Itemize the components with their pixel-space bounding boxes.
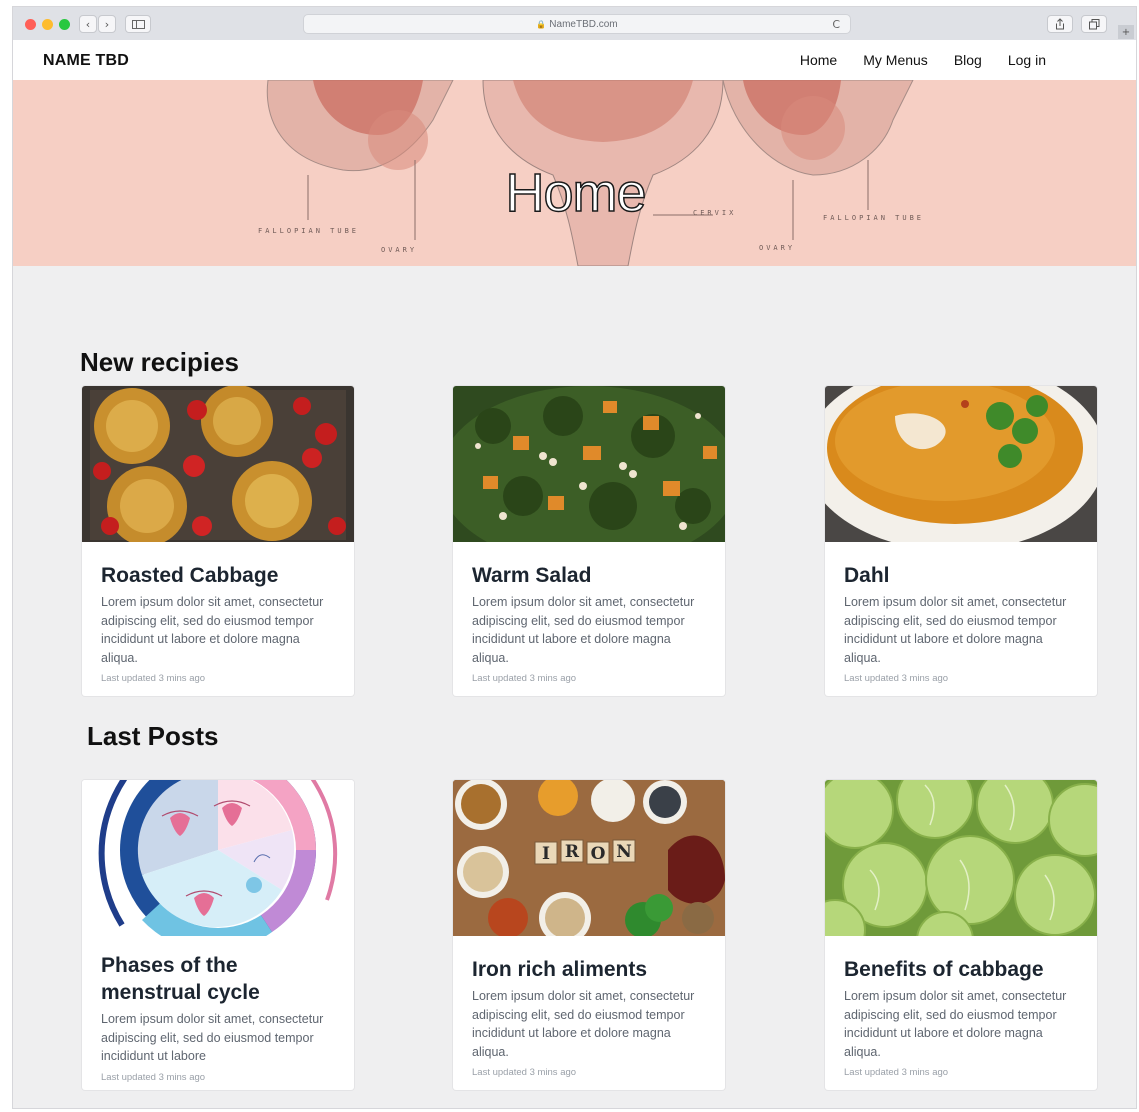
reload-icon[interactable]: C	[832, 18, 840, 31]
nav-blog[interactable]: Blog	[954, 52, 982, 68]
recipe-updated: Last updated 3 mins ago	[101, 673, 206, 684]
tabs-button[interactable]	[1081, 15, 1107, 33]
browser-toolbar: ‹ › 🔒 NameTBD.com C +	[13, 7, 1136, 41]
recipe-updated: Last updated 3 mins ago	[472, 673, 577, 684]
post-title[interactable]: Benefits of cabbage	[844, 956, 1078, 983]
zoom-window-button[interactable]	[59, 19, 70, 30]
post-updated: Last updated 3 mins ago	[472, 1067, 577, 1078]
chevron-left-icon: ‹	[85, 17, 91, 31]
post-title[interactable]: Iron rich aliments	[472, 956, 706, 983]
nav-my-menus[interactable]: My Menus	[863, 52, 928, 68]
recipe-image-dahl	[825, 386, 1097, 542]
site-brand[interactable]: NAME TBD	[43, 52, 129, 70]
share-icon	[1056, 18, 1064, 30]
site-navbar: NAME TBD Home My Menus Blog Log in	[13, 40, 1136, 80]
nav-links: Home My Menus Blog Log in	[800, 52, 1046, 68]
post-description: Lorem ipsum dolor sit amet, consectetur …	[101, 1012, 324, 1063]
recipe-description: Lorem ipsum dolor sit amet, consectetur …	[844, 595, 1067, 665]
recipe-title[interactable]: Roasted Cabbage	[101, 562, 335, 589]
browser-window: ‹ › 🔒 NameTBD.com C + NAME TBD Home My M…	[12, 6, 1137, 1109]
window-controls	[25, 19, 70, 30]
recipe-image-warm-salad	[453, 386, 725, 542]
section-title-posts: Last Posts	[87, 721, 219, 751]
hero-label-left-ovary: OVARY	[381, 246, 417, 254]
lock-icon: 🔒	[536, 19, 547, 29]
recipe-card-dahl[interactable]: Dahl Lorem ipsum dolor sit amet, consect…	[825, 386, 1097, 696]
close-window-button[interactable]	[25, 19, 36, 30]
forward-button[interactable]: ›	[98, 15, 116, 33]
iron-tile-1: I	[542, 844, 550, 864]
new-tab-button[interactable]: +	[1118, 25, 1134, 39]
hero-label-left-tube: FALLOPIAN TUBE	[258, 227, 359, 235]
post-image-menstrual-cycle	[82, 780, 354, 936]
post-description: Lorem ipsum dolor sit amet, consectetur …	[472, 989, 695, 1059]
iron-tile-2: R	[565, 842, 580, 862]
recipe-card-warm-salad[interactable]: Warm Salad Lorem ipsum dolor sit amet, c…	[453, 386, 725, 696]
plus-icon: +	[1121, 26, 1131, 38]
post-title[interactable]: Phases of the menstrual cycle	[101, 952, 335, 1006]
nav-home[interactable]: Home	[800, 52, 837, 68]
minimize-window-button[interactable]	[42, 19, 53, 30]
address-bar[interactable]: 🔒 NameTBD.com C	[303, 14, 851, 34]
recipe-description: Lorem ipsum dolor sit amet, consectetur …	[472, 595, 695, 665]
post-image-iron-rich: I R O N	[453, 780, 725, 936]
post-image-cabbage	[825, 780, 1097, 936]
hero-label-right-ovary: OVARY	[759, 244, 795, 252]
recipe-title[interactable]: Warm Salad	[472, 562, 706, 589]
hero-title: Home	[505, 162, 648, 224]
chevron-right-icon: ›	[104, 17, 110, 31]
post-description: Lorem ipsum dolor sit amet, consectetur …	[844, 989, 1067, 1059]
nav-log-in[interactable]: Log in	[1008, 52, 1046, 68]
post-card-iron-rich[interactable]: I R O N Iron rich aliments Lorem ipsum d…	[453, 780, 725, 1090]
iron-tile-4: N	[616, 842, 632, 862]
post-card-menstrual-cycle[interactable]: Phases of the menstrual cycle Lorem ipsu…	[82, 780, 354, 1090]
section-title-recipes: New recipies	[80, 347, 239, 377]
iron-tile-3: O	[591, 844, 606, 864]
recipe-card-roasted-cabbage[interactable]: Roasted Cabbage Lorem ipsum dolor sit am…	[82, 386, 354, 696]
sidebar-toggle-button[interactable]	[125, 15, 151, 33]
back-button[interactable]: ‹	[79, 15, 97, 33]
hero-banner: FALLOPIAN TUBE OVARY CERVIX OVARY FALLOP…	[13, 80, 1136, 266]
recipe-image-roasted-cabbage	[82, 386, 354, 542]
recipe-updated: Last updated 3 mins ago	[844, 673, 949, 684]
post-updated: Last updated 3 mins ago	[844, 1067, 949, 1078]
post-card-cabbage-benefits[interactable]: Benefits of cabbage Lorem ipsum dolor si…	[825, 780, 1097, 1090]
share-button[interactable]	[1047, 15, 1073, 33]
tabs-icon	[1088, 18, 1099, 29]
recipe-description: Lorem ipsum dolor sit amet, consectetur …	[101, 595, 324, 665]
sidebar-icon	[131, 19, 145, 29]
recipe-title[interactable]: Dahl	[844, 562, 1078, 589]
post-updated: Last updated 3 mins ago	[101, 1071, 206, 1083]
address-url: NameTBD.com	[549, 18, 618, 30]
